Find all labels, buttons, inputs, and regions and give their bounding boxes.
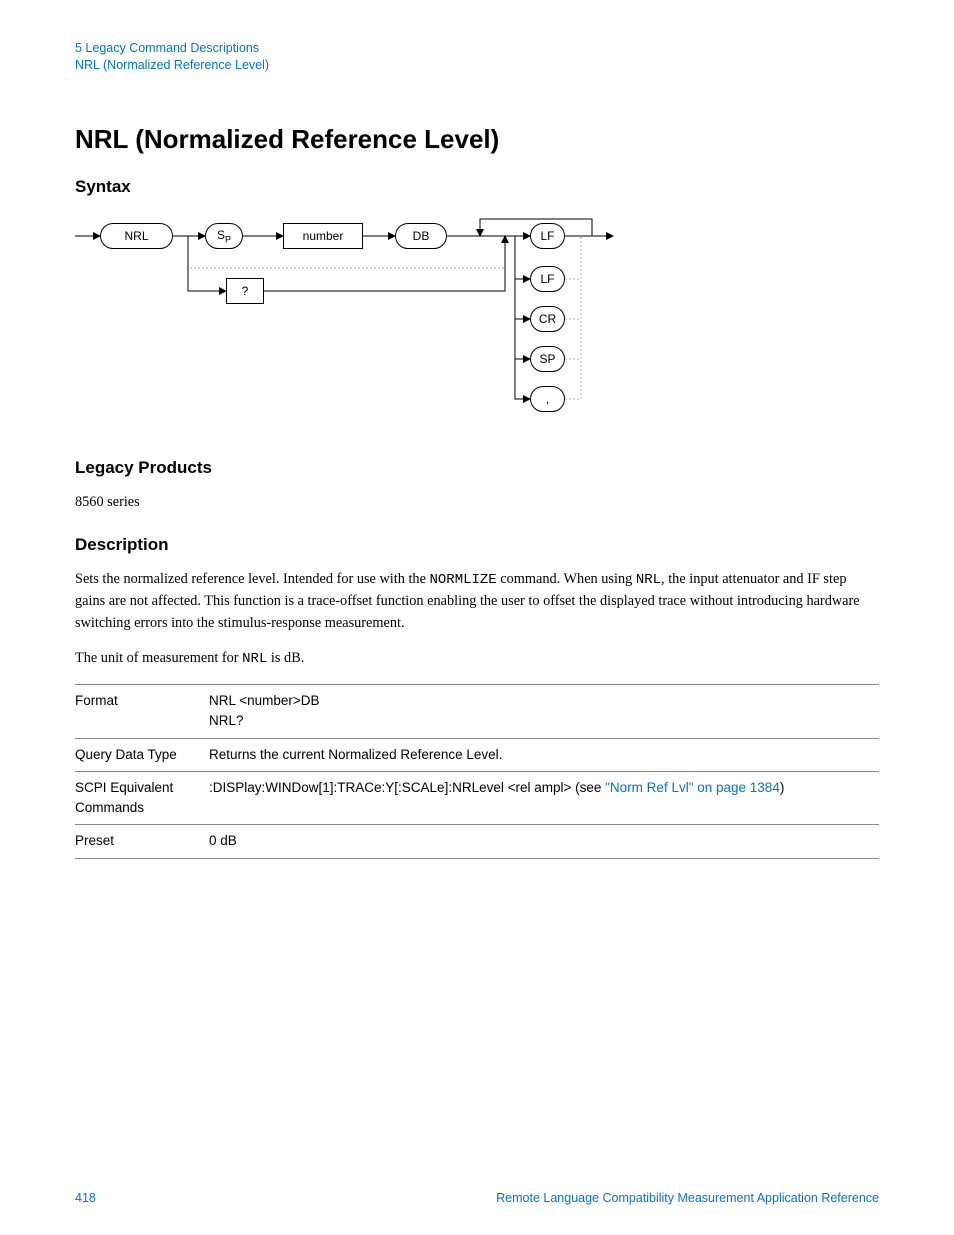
page-footer: 418 Remote Language Compatibility Measur… [75,1191,879,1205]
row-value: Returns the current Normalized Reference… [209,738,879,771]
spec-table: Format NRL <number>DB NRL? Query Data Ty… [75,684,879,859]
diagram-node-sp2: SP [530,346,565,372]
row-label: Query Data Type [75,738,209,771]
row-value: NRL <number>DB NRL? [209,685,879,739]
description-p1: Sets the normalized reference level. Int… [75,569,879,634]
section-syntax: Syntax [75,177,879,197]
diagram-node-lf: LF [530,223,565,249]
table-row: Query Data Type Returns the current Norm… [75,738,879,771]
diagram-node-number: number [283,223,363,249]
page-title: NRL (Normalized Reference Level) [75,124,879,155]
page-number: 418 [75,1191,96,1205]
diagram-node-lf2: LF [530,266,565,292]
header-chapter: 5 Legacy Command Descriptions [75,40,879,57]
page-header: 5 Legacy Command Descriptions NRL (Norma… [75,40,879,74]
row-value: 0 dB [209,825,879,858]
diagram-node-db: DB [395,223,447,249]
diagram-node-comma: , [530,386,565,412]
row-value: :DISPlay:WINDow[1]:TRACe:Y[:SCALe]:NRLev… [209,771,879,825]
section-description: Description [75,535,879,555]
table-row: Preset 0 dB [75,825,879,858]
table-row: Format NRL <number>DB NRL? [75,685,879,739]
description-p2: The unit of measurement for NRL is dB. [75,648,879,670]
syntax-diagram: NRL SP number DB ? LF LF CR SP , [75,211,615,436]
cross-reference-link[interactable]: "Norm Ref Lvl" on page 1384 [605,780,780,795]
diagram-node-sp: SP [205,223,243,249]
row-label: Preset [75,825,209,858]
row-label: SCPI Equivalent Commands [75,771,209,825]
section-legacy: Legacy Products [75,458,879,478]
footer-doc-title: Remote Language Compatibility Measuremen… [496,1191,879,1205]
diagram-node-cr: CR [530,306,565,332]
row-label: Format [75,685,209,739]
header-topic: NRL (Normalized Reference Level) [75,57,879,74]
legacy-products-text: 8560 series [75,492,879,513]
table-row: SCPI Equivalent Commands :DISPlay:WINDow… [75,771,879,825]
diagram-node-nrl: NRL [100,223,173,249]
diagram-node-query: ? [226,278,264,304]
